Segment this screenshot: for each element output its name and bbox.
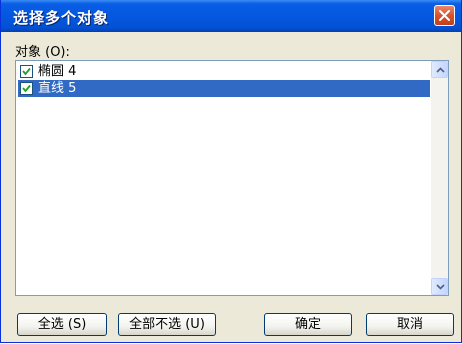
objects-list-label: 对象 (O): [15, 45, 70, 60]
ok-button[interactable]: 确定 [264, 313, 352, 336]
close-icon [439, 10, 450, 21]
objects-listbox[interactable]: 椭圆 4 直线 5 [15, 60, 449, 296]
list-item-line[interactable]: 直线 5 [18, 80, 430, 97]
list-item-checkbox[interactable] [20, 65, 33, 78]
chevron-up-icon [436, 67, 445, 73]
list-item-label: 直线 5 [38, 81, 77, 96]
close-button[interactable] [434, 5, 455, 26]
scroll-down-button[interactable] [431, 278, 448, 295]
scroll-up-button[interactable] [431, 61, 448, 78]
title-bar[interactable]: 选择多个对象 [1, 0, 461, 32]
list-item-ellipse[interactable]: 椭圆 4 [18, 63, 430, 80]
dialog-title: 选择多个对象 [13, 9, 110, 27]
cancel-button[interactable]: 取消 [366, 313, 454, 336]
check-icon [22, 67, 31, 76]
list-item-label: 椭圆 4 [38, 64, 77, 79]
select-all-button[interactable]: 全选 (S) [17, 313, 107, 336]
list-item-checkbox[interactable] [20, 82, 33, 95]
chevron-down-icon [436, 284, 445, 290]
check-icon [22, 84, 31, 93]
deselect-all-button[interactable]: 全部不选 (U) [118, 313, 216, 336]
vertical-scrollbar[interactable] [431, 61, 448, 295]
dialog-window: 选择多个对象 对象 (O): 椭圆 4 直线 5 全选 (S) 全部不选 (U)… [0, 0, 462, 343]
